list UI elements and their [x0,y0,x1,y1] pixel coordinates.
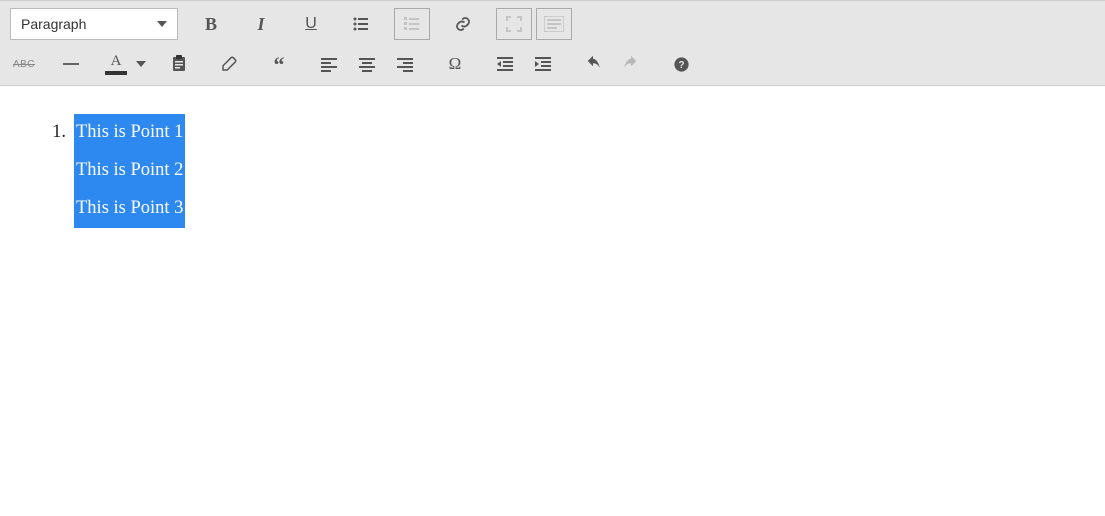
italic-icon: I [257,14,264,35]
underline-button[interactable]: U [294,8,328,40]
align-left-icon [320,55,338,73]
redo-icon [621,55,641,73]
strikethrough-icon: ABC [13,59,35,70]
align-center-button[interactable] [350,48,384,80]
fullscreen-button[interactable] [496,8,532,40]
chevron-down-icon [136,61,146,67]
selected-text-line: This is Point 3 [74,190,185,228]
underline-icon: U [305,15,317,33]
format-select[interactable]: Paragraph [10,8,178,40]
align-center-icon [358,55,376,73]
eraser-icon [220,55,238,73]
indent-button[interactable] [526,48,560,80]
remove-format-button[interactable] [212,48,246,80]
quote-icon: “ [274,59,285,70]
editor-toolbar: Paragraph B I U [0,0,1105,86]
text-color-button[interactable]: A [104,54,146,75]
show-blocks-button[interactable] [536,8,572,40]
indent-icon [534,55,552,73]
align-right-button[interactable] [388,48,422,80]
clipboard-icon [170,55,188,73]
svg-text:?: ? [678,60,684,71]
bold-button[interactable]: B [194,8,228,40]
numbered-list-icon [403,15,421,33]
special-char-button[interactable]: Ω [438,48,472,80]
bold-icon: B [205,14,217,35]
format-select-label: Paragraph [21,16,86,32]
redo-button[interactable] [614,48,648,80]
link-button[interactable] [446,8,480,40]
paste-text-button[interactable] [162,48,196,80]
omega-icon: Ω [449,54,462,74]
align-right-icon [396,55,414,73]
outdent-button[interactable] [488,48,522,80]
text-color-icon: A [111,54,122,69]
blockquote-button[interactable]: “ [262,48,296,80]
list-item: 1. This is Point 1 This is Point 2 This … [36,114,1105,228]
show-blocks-icon [544,16,564,32]
selected-text-line: This is Point 1 [74,114,185,152]
horizontal-rule-button[interactable] [54,48,88,80]
fullscreen-icon [505,15,523,33]
toolbar-row-1: Paragraph B I U [10,7,1095,41]
align-left-button[interactable] [312,48,346,80]
bullet-list-button[interactable] [344,8,378,40]
outdent-icon [496,55,514,73]
bullet-list-icon [352,15,370,33]
italic-button[interactable]: I [244,8,278,40]
strikethrough-button[interactable]: ABC [10,48,38,80]
chevron-down-icon [157,21,167,27]
undo-icon [583,55,603,73]
horizontal-rule-icon [63,63,79,65]
link-icon [454,15,472,33]
numbered-list-button[interactable] [394,8,430,40]
list-marker: 1. [36,114,74,228]
undo-button[interactable] [576,48,610,80]
selected-text-line: This is Point 2 [74,152,185,190]
editor-content[interactable]: 1. This is Point 1 This is Point 2 This … [0,86,1105,228]
toolbar-row-2: ABC A [10,47,1095,81]
help-button[interactable]: ? [664,48,698,80]
help-icon: ? [673,56,690,73]
